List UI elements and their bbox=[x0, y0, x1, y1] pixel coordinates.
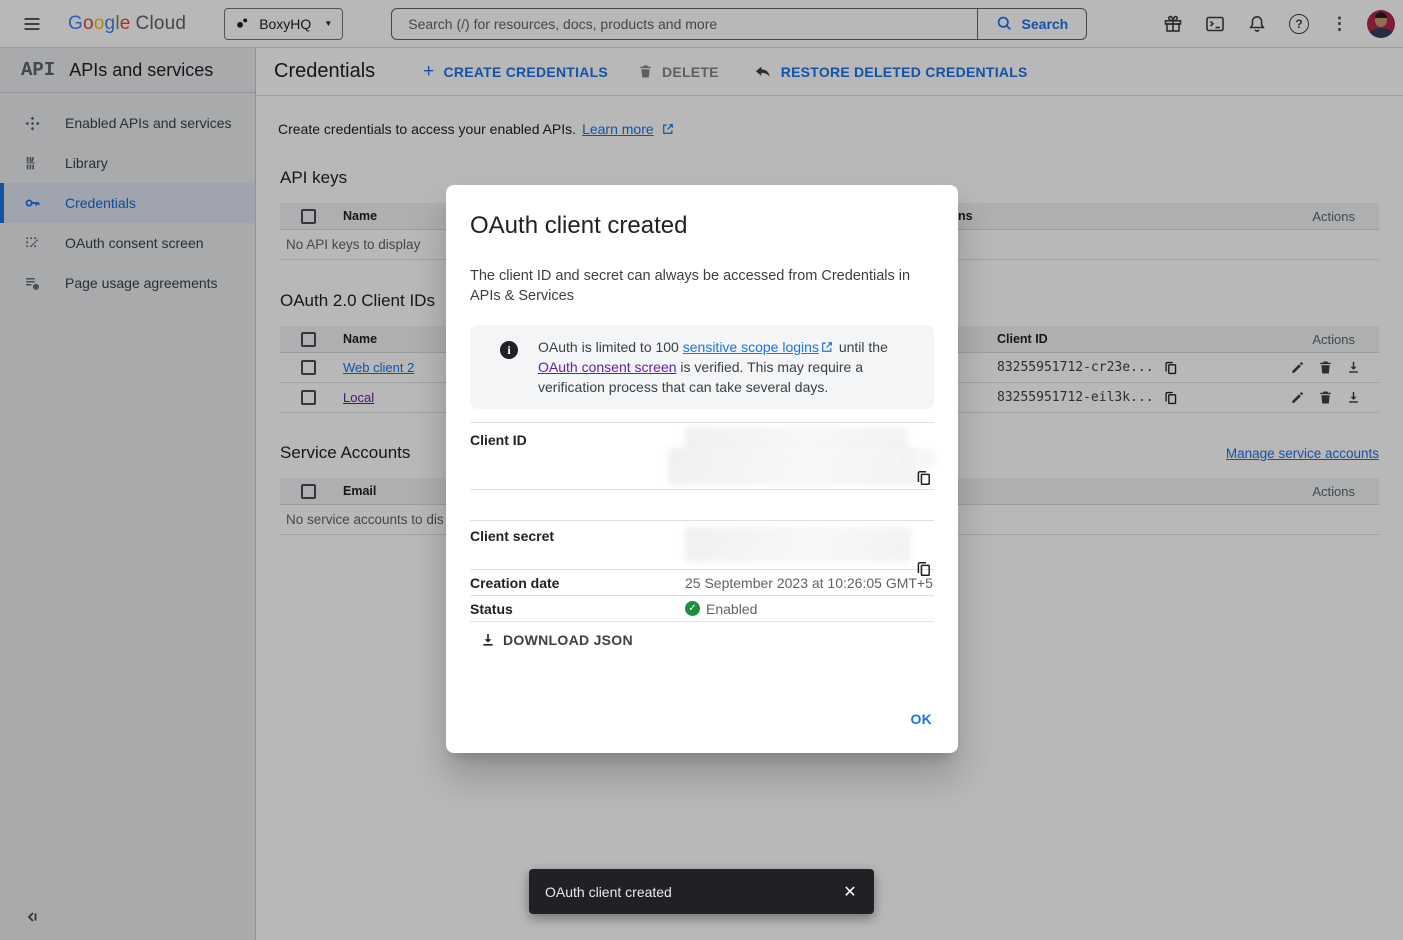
snackbar: OAuth client created ✕ bbox=[529, 869, 874, 914]
sensitive-scope-logins-link[interactable]: sensitive scope logins bbox=[683, 339, 819, 355]
ok-button[interactable]: OK bbox=[911, 711, 933, 727]
close-icon[interactable]: ✕ bbox=[832, 874, 868, 910]
check-circle-icon: ✓ bbox=[685, 601, 700, 616]
dialog-title: OAuth client created bbox=[470, 212, 934, 240]
notice-fragment: OAuth is limited to 100 bbox=[538, 339, 683, 355]
download-icon bbox=[480, 632, 496, 648]
snackbar-message: OAuth client created bbox=[545, 884, 672, 900]
notice-banner: i OAuth is limited to 100 sensitive scop… bbox=[470, 325, 934, 409]
creation-date-value: 25 September 2023 at 10:26:05 GMT+5 bbox=[685, 575, 933, 591]
notice-fragment: until the bbox=[835, 339, 888, 355]
oauth-client-created-dialog: OAuth client created The client ID and s… bbox=[446, 185, 958, 753]
copy-icon[interactable] bbox=[916, 470, 932, 486]
client-secret-row: Client secret bbox=[470, 521, 934, 570]
download-json-label: DOWNLOAD JSON bbox=[503, 632, 633, 648]
status-row: Status ✓ Enabled bbox=[470, 596, 934, 622]
oauth-consent-screen-link[interactable]: OAuth consent screen bbox=[538, 359, 677, 375]
creation-date-label: Creation date bbox=[470, 575, 685, 591]
notice-text: OAuth is limited to 100 sensitive scope … bbox=[538, 337, 908, 397]
client-id-row: Client ID bbox=[470, 423, 934, 490]
status-label: Status bbox=[470, 601, 685, 617]
status-value: Enabled bbox=[706, 601, 757, 617]
redacted-client-secret-blur bbox=[685, 527, 911, 562]
creation-date-row: Creation date 25 September 2023 at 10:26… bbox=[470, 570, 934, 596]
spacer-row bbox=[470, 490, 934, 521]
dialog-subtitle: The client ID and secret can always be a… bbox=[470, 266, 920, 306]
redacted-client-id-blur bbox=[906, 450, 935, 468]
client-id-label: Client ID bbox=[470, 423, 685, 489]
info-icon: i bbox=[500, 341, 518, 359]
client-secret-label: Client secret bbox=[470, 521, 685, 569]
credential-fields: Client ID Client secret Creation date bbox=[470, 422, 934, 622]
external-link-icon bbox=[821, 341, 833, 353]
download-json-button[interactable]: DOWNLOAD JSON bbox=[480, 632, 633, 648]
redacted-client-id-blur bbox=[668, 448, 920, 485]
